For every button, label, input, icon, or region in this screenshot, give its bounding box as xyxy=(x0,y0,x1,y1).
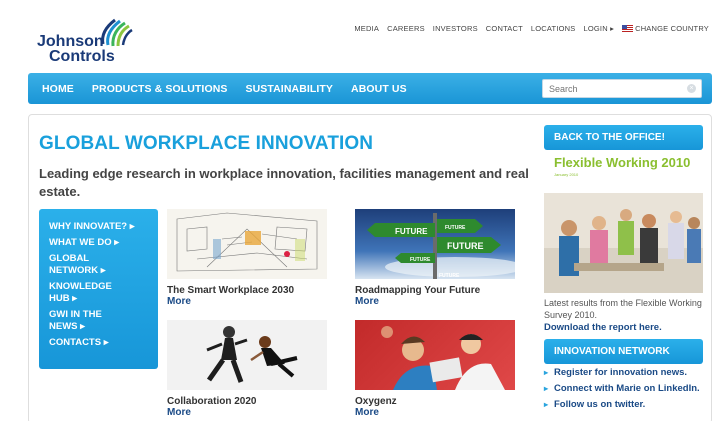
sign-text: FUTURE xyxy=(395,227,428,236)
change-country-label: CHANGE COUNTRY xyxy=(635,24,709,33)
tile-smart-workplace: The Smart Workplace 2030 More xyxy=(167,209,327,307)
side-menu-knowledge-hub[interactable]: KNOWLEDGE HUB ▸ xyxy=(49,281,123,305)
tile-title: Oxygenz xyxy=(355,396,397,407)
survey-caption: Latest results from the Flexible Working… xyxy=(544,298,702,320)
nav-products-solutions[interactable]: PRODUCTS & SOLUTIONS xyxy=(92,83,228,95)
util-link-locations[interactable]: LOCATIONS xyxy=(531,24,576,33)
collaboration-photo-image[interactable] xyxy=(167,320,327,390)
tile-title: Roadmapping Your Future xyxy=(355,285,481,296)
main-nav-bar: HOME PRODUCTS & SOLUTIONS SUSTAINABILITY… xyxy=(28,73,712,104)
util-link-careers[interactable]: CAREERS xyxy=(387,24,425,33)
more-link[interactable]: More xyxy=(355,296,515,307)
register-news-link[interactable]: Register for innovation news. xyxy=(544,367,709,379)
nav-sustainability[interactable]: SUSTAINABILITY xyxy=(246,83,334,95)
tile-roadmapping: FUTURE FUTURE FUTURE FUTURE FUTURE Roadm… xyxy=(355,209,515,307)
tile-oxygenz: Oxygenz More xyxy=(355,320,515,418)
download-report-link[interactable]: Download the report here. xyxy=(544,322,662,333)
tile-title: Collaboration 2020 xyxy=(167,396,257,407)
smart-workplace-sketch-image[interactable] xyxy=(167,209,327,279)
twitter-link[interactable]: Follow us on twitter. xyxy=(544,399,709,411)
innovation-network-list: Register for innovation news. Connect wi… xyxy=(544,367,709,415)
flexible-working-date: January 2010 xyxy=(554,172,579,177)
logo-line-2: Controls xyxy=(49,48,115,65)
office-workers-photo-image[interactable] xyxy=(544,193,703,293)
flexible-working-title[interactable]: Flexible Working 2010 xyxy=(554,155,690,170)
search-input[interactable] xyxy=(542,79,702,98)
search-clear-icon[interactable]: × xyxy=(687,84,696,93)
change-country-link[interactable]: CHANGE COUNTRY xyxy=(622,24,709,33)
linkedin-link[interactable]: Connect with Marie on LinkedIn. xyxy=(544,383,709,395)
util-link-contact[interactable]: CONTACT xyxy=(486,24,523,33)
johnson-controls-logo[interactable]: Johnson Controls xyxy=(37,18,157,66)
us-flag-icon xyxy=(622,25,634,32)
sign-text: FUTURE xyxy=(439,273,460,279)
oxygenz-photo-image[interactable] xyxy=(355,320,515,390)
tile-collaboration: Collaboration 2020 More xyxy=(167,320,327,418)
future-signpost-image[interactable]: FUTURE FUTURE FUTURE FUTURE FUTURE xyxy=(355,209,515,279)
main-content: GLOBAL WORKPLACE INNOVATION Leading edge… xyxy=(28,114,712,421)
page-subtitle: Leading edge research in workplace innov… xyxy=(39,166,529,199)
page-title: GLOBAL WORKPLACE INNOVATION xyxy=(39,133,374,154)
nav-about-us[interactable]: ABOUT US xyxy=(351,83,407,95)
nav-home[interactable]: HOME xyxy=(42,83,74,95)
back-to-office-button[interactable]: BACK TO THE OFFICE! xyxy=(544,125,703,150)
sign-text: FUTURE xyxy=(445,225,466,231)
sign-text: FUTURE xyxy=(410,257,431,263)
more-link[interactable]: More xyxy=(355,407,515,418)
innovation-network-button[interactable]: INNOVATION NETWORK xyxy=(544,339,703,364)
side-menu-why-innovate[interactable]: WHY INNOVATE? ▸ xyxy=(49,221,148,233)
more-link[interactable]: More xyxy=(167,407,327,418)
side-menu-what-we-do[interactable]: WHAT WE DO ▸ xyxy=(49,237,148,249)
side-menu-gwi-news[interactable]: GWI IN THE NEWS ▸ xyxy=(49,309,113,333)
side-menu-global-network[interactable]: GLOBAL NETWORK ▸ xyxy=(49,253,113,277)
tile-title: The Smart Workplace 2030 xyxy=(167,285,295,296)
utility-nav: MEDIA CAREERS INVESTORS CONTACT LOCATION… xyxy=(354,24,709,33)
util-link-media[interactable]: MEDIA xyxy=(354,24,379,33)
more-link[interactable]: More xyxy=(167,296,327,307)
side-menu-contacts[interactable]: CONTACTS ▸ xyxy=(49,337,148,349)
util-link-login[interactable]: LOGIN ▸ xyxy=(583,24,614,33)
sign-text: FUTURE xyxy=(447,241,484,251)
util-link-investors[interactable]: INVESTORS xyxy=(433,24,478,33)
side-menu: WHY INNOVATE? ▸ WHAT WE DO ▸ GLOBAL NETW… xyxy=(39,209,158,369)
logo-mark-icon xyxy=(101,18,133,47)
